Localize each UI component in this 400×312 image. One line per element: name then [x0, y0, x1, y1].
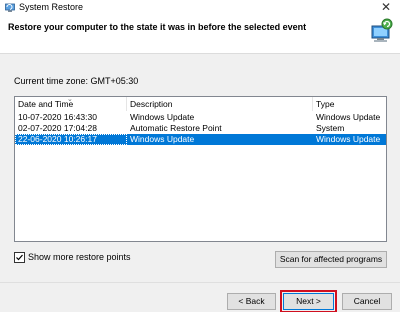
cancel-button[interactable]: Cancel: [342, 293, 392, 310]
window-title: System Restore: [19, 2, 84, 12]
column-header-date[interactable]: Date and Time ⌄: [15, 97, 127, 111]
show-more-checkbox[interactable]: [14, 252, 25, 263]
list-row[interactable]: 02-07-2020 17:04:28 Automatic Restore Po…: [15, 123, 386, 134]
cell-type: Windows Update: [316, 112, 381, 122]
header-panel: Restore your computer to the state it wa…: [0, 16, 400, 54]
system-restore-icon: [5, 3, 15, 13]
close-icon: ✕: [380, 0, 392, 14]
cell-type: System: [316, 123, 345, 133]
cell-date: 10-07-2020 16:43:30: [18, 112, 97, 122]
cell-description: Automatic Restore Point: [130, 123, 222, 133]
cell-type: Windows Update: [316, 134, 381, 144]
cell-date: 22-06-2020 10:26:17: [15, 134, 127, 145]
footer-bar: [0, 282, 400, 312]
restore-points-list[interactable]: Date and Time ⌄ Description Type 10-07-2…: [14, 96, 387, 242]
checkmark-icon: [16, 254, 23, 261]
back-button[interactable]: < Back: [227, 293, 276, 310]
cell-date: 02-07-2020 17:04:28: [18, 123, 97, 133]
list-row-selected[interactable]: 22-06-2020 10:26:17 Windows Update Windo…: [15, 134, 386, 145]
next-button-highlight: [280, 290, 337, 312]
list-header: Date and Time ⌄ Description Type: [15, 97, 386, 111]
cell-description: Windows Update: [130, 134, 195, 144]
list-row[interactable]: 10-07-2020 16:43:30 Windows Update Windo…: [15, 112, 386, 123]
computer-restore-icon: [368, 16, 394, 44]
timezone-label: Current time zone: GMT+05:30: [14, 76, 139, 86]
column-header-description[interactable]: Description: [127, 97, 313, 111]
sort-arrow-icon: ⌄: [67, 96, 73, 103]
cell-description: Windows Update: [130, 112, 195, 122]
column-header-type[interactable]: Type: [313, 97, 386, 111]
scan-affected-programs-button[interactable]: Scan for affected programs: [275, 251, 387, 268]
title-bar: System Restore ✕: [0, 0, 400, 16]
close-button[interactable]: ✕: [372, 0, 400, 16]
show-more-label[interactable]: Show more restore points: [28, 252, 131, 262]
page-heading: Restore your computer to the state it wa…: [8, 22, 307, 32]
